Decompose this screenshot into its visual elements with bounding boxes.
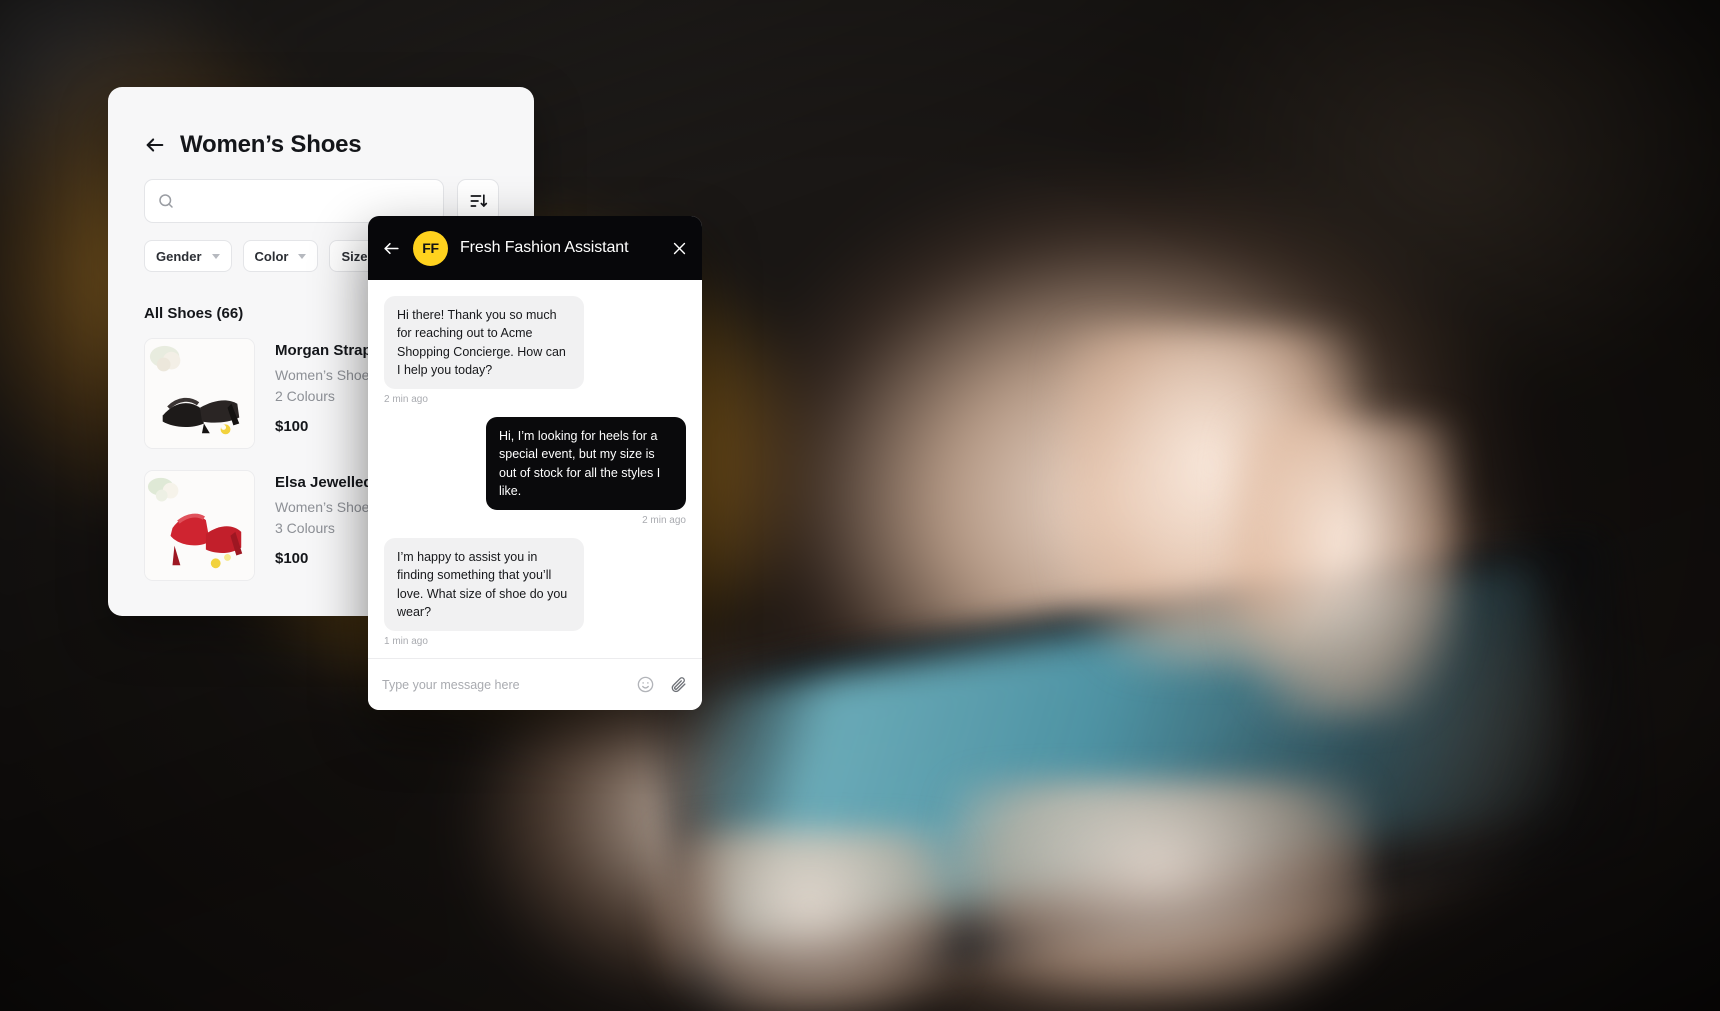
- chat-header: FF Fresh Fashion Assistant: [368, 216, 702, 280]
- chat-widget: FF Fresh Fashion Assistant Hi there! Tha…: [368, 216, 702, 710]
- chat-message-list[interactable]: Hi there! Thank you so much for reaching…: [368, 280, 702, 658]
- sort-descending-icon: [470, 194, 488, 208]
- chevron-down-icon: [298, 253, 307, 259]
- product-price: $100: [275, 418, 309, 435]
- filter-chip-color-label: Color: [254, 248, 289, 264]
- product-colours: 2 Colours: [275, 388, 335, 404]
- chat-bubble: I’m happy to assist you in finding somet…: [384, 538, 584, 631]
- chat-input-bar: [368, 658, 702, 710]
- avatar: FF: [413, 230, 448, 266]
- chat-bubble: Hi there! Thank you so much for reaching…: [384, 296, 584, 389]
- product-thumbnail: [144, 470, 255, 581]
- product-name: Elsa Jewelled: [275, 474, 373, 491]
- chat-timestamp: 2 min ago: [384, 394, 428, 405]
- product-category: Women’s Shoe: [275, 499, 370, 515]
- chat-message-input[interactable]: [382, 677, 622, 692]
- product-price: $100: [275, 550, 309, 567]
- product-info: Morgan Strapp Women’s Shoe 2 Colours $10…: [275, 338, 381, 435]
- chat-message-bot: Hi there! Thank you so much for reaching…: [384, 296, 686, 405]
- arrow-left-icon[interactable]: [382, 239, 401, 258]
- chat-message-user: Hi, I’m looking for heels for a special …: [384, 417, 686, 526]
- avatar-initials: FF: [422, 240, 439, 256]
- filter-chip-color[interactable]: Color: [242, 240, 319, 272]
- search-input[interactable]: [183, 193, 423, 209]
- chat-title: Fresh Fashion Assistant: [460, 239, 629, 256]
- emoji-smiley-icon[interactable]: [636, 675, 655, 694]
- chevron-down-icon: [211, 253, 220, 259]
- close-icon[interactable]: [671, 240, 688, 257]
- screenshot-root: Women’s Shoes Gender Color Size All Shoe…: [0, 0, 1720, 1011]
- product-thumbnail: [144, 338, 255, 449]
- page-title: Women’s Shoes: [180, 131, 362, 158]
- filter-chip-gender-label: Gender: [156, 248, 202, 264]
- search-icon: [159, 194, 173, 208]
- product-info: Elsa Jewelled Women’s Shoe 3 Colours $10…: [275, 470, 373, 567]
- product-image-black-heels: [145, 339, 254, 448]
- search-row: [108, 159, 534, 223]
- chat-message-bot: I’m happy to assist you in finding somet…: [384, 538, 686, 647]
- chat-timestamp: 1 min ago: [384, 636, 428, 647]
- panel-header: Women’s Shoes: [108, 87, 534, 159]
- chat-bubble: Hi, I’m looking for heels for a special …: [486, 417, 686, 510]
- product-category: Women’s Shoe: [275, 367, 370, 383]
- product-image-red-heels: [145, 471, 254, 580]
- filter-chip-size-label: Size: [341, 248, 368, 264]
- chat-timestamp: 2 min ago: [642, 515, 686, 526]
- filter-chip-gender[interactable]: Gender: [144, 240, 232, 272]
- arrow-left-icon[interactable]: [144, 134, 166, 156]
- product-name: Morgan Strapp: [275, 342, 381, 359]
- product-colours: 3 Colours: [275, 520, 335, 536]
- paperclip-icon[interactable]: [669, 675, 688, 694]
